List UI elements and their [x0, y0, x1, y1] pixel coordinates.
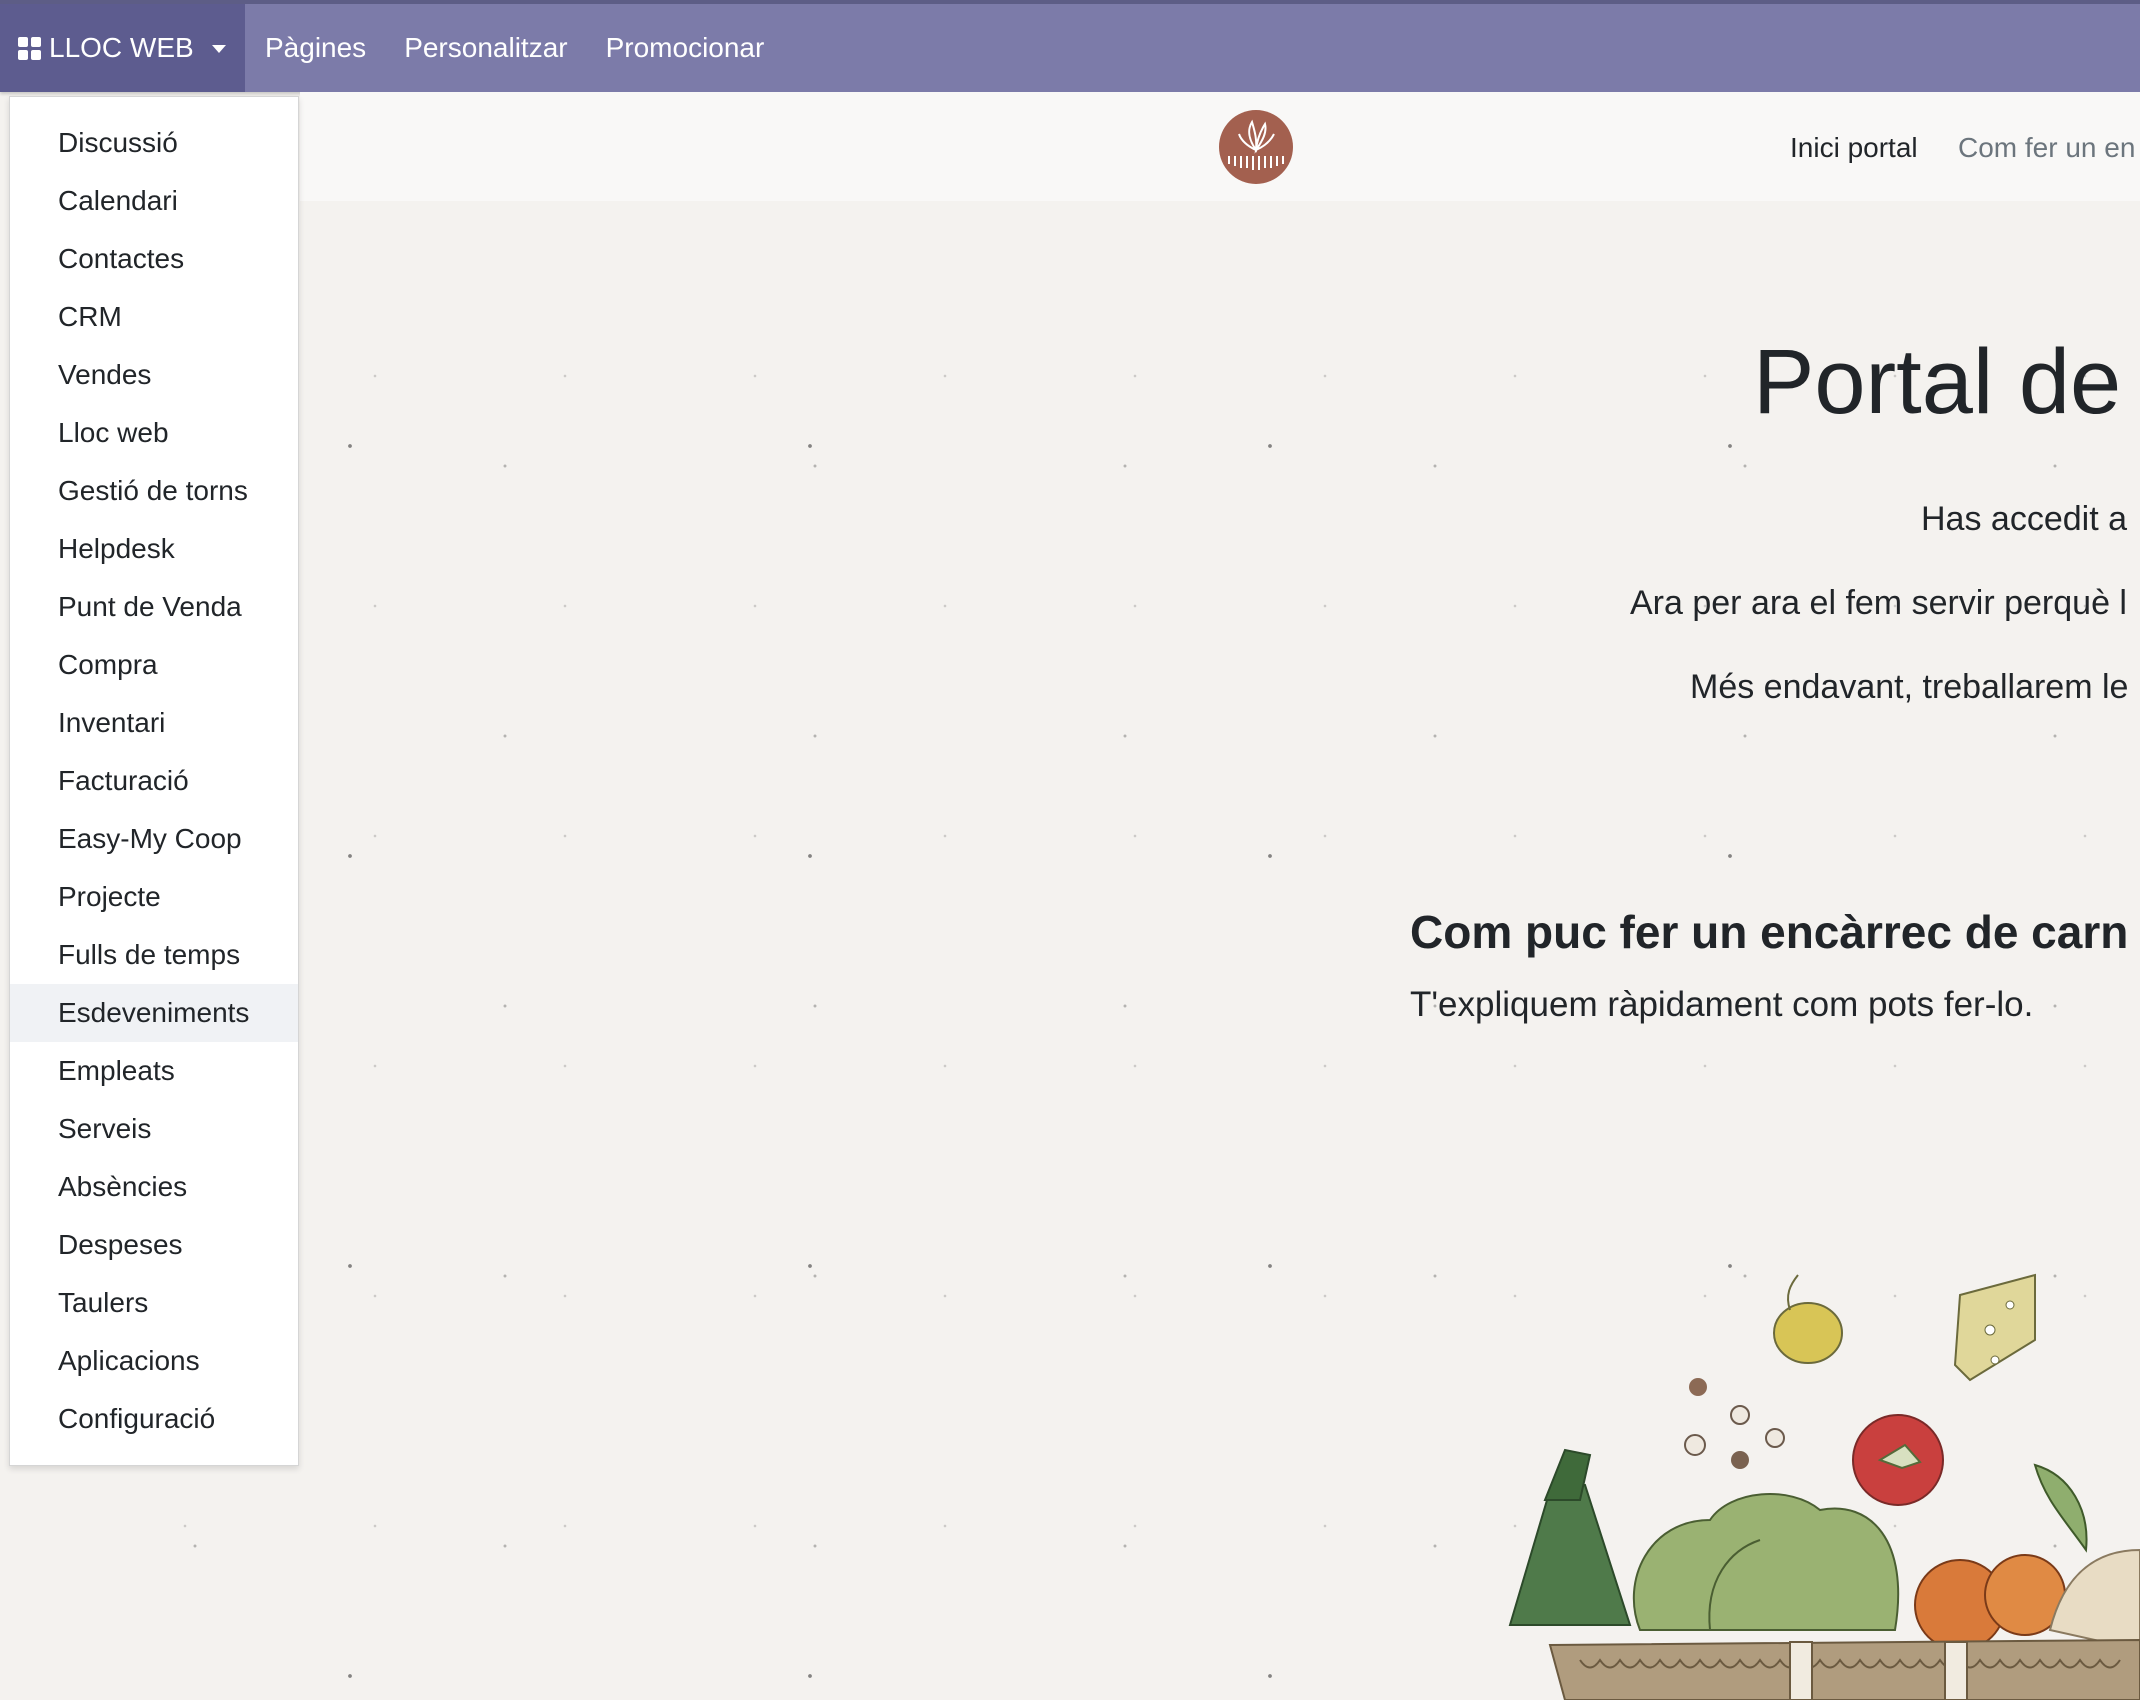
menu-item-compra[interactable]: Compra: [10, 636, 298, 694]
apps-dropdown-menu: Discussió Calendari Contactes CRM Vendes…: [9, 96, 299, 1466]
menu-item-esdeveniments[interactable]: Esdeveniments: [10, 984, 298, 1042]
menu-item-crm[interactable]: CRM: [10, 288, 298, 346]
menu-item-vendes[interactable]: Vendes: [10, 346, 298, 404]
site-logo[interactable]: [1219, 110, 1293, 184]
apps-menu-label: LLOC WEB: [49, 32, 194, 63]
menu-item-facturacio[interactable]: Facturació: [10, 752, 298, 810]
menu-item-discussio[interactable]: Discussió: [10, 114, 298, 172]
menu-item-calendari[interactable]: Calendari: [10, 172, 298, 230]
page-background: [0, 201, 2140, 1700]
menu-item-lloc-web[interactable]: Lloc web: [10, 404, 298, 462]
apps-menu-toggle[interactable]: LLOC WEB: [0, 4, 245, 92]
caret-down-icon: [211, 45, 226, 53]
menu-item-gestio-de-torns[interactable]: Gestió de torns: [10, 462, 298, 520]
menu-item-serveis[interactable]: Serveis: [10, 1100, 298, 1158]
menu-item-empleats[interactable]: Empleats: [10, 1042, 298, 1100]
leaf-logo-icon: [1228, 119, 1284, 170]
menu-item-despeses[interactable]: Despeses: [10, 1216, 298, 1274]
menu-item-helpdesk[interactable]: Helpdesk: [10, 520, 298, 578]
menu-item-punt-de-venda[interactable]: Punt de Venda: [10, 578, 298, 636]
website-header: Inici portal Com fer un en: [300, 92, 2140, 201]
nav-customize[interactable]: Personalitzar: [404, 32, 567, 64]
menu-item-configuracio[interactable]: Configuració: [10, 1390, 298, 1448]
menu-item-inventari[interactable]: Inventari: [10, 694, 298, 752]
top-navbar: LLOC WEB Pàgines Personalitzar Promocion…: [0, 0, 2140, 92]
menu-item-contactes[interactable]: Contactes: [10, 230, 298, 288]
menu-item-fulls-de-temps[interactable]: Fulls de temps: [10, 926, 298, 984]
apps-grid-icon: [18, 36, 41, 60]
nav-pages[interactable]: Pàgines: [265, 32, 366, 64]
site-nav-portal-home[interactable]: Inici portal: [1790, 132, 1918, 164]
menu-item-aplicacions[interactable]: Aplicacions: [10, 1332, 298, 1390]
menu-item-projecte[interactable]: Projecte: [10, 868, 298, 926]
nav-promote[interactable]: Promocionar: [606, 32, 765, 64]
menu-item-absencies[interactable]: Absències: [10, 1158, 298, 1216]
site-nav-how-to-order[interactable]: Com fer un en: [1958, 132, 2135, 164]
menu-item-easy-my-coop[interactable]: Easy-My Coop: [10, 810, 298, 868]
menu-item-taulers[interactable]: Taulers: [10, 1274, 298, 1332]
